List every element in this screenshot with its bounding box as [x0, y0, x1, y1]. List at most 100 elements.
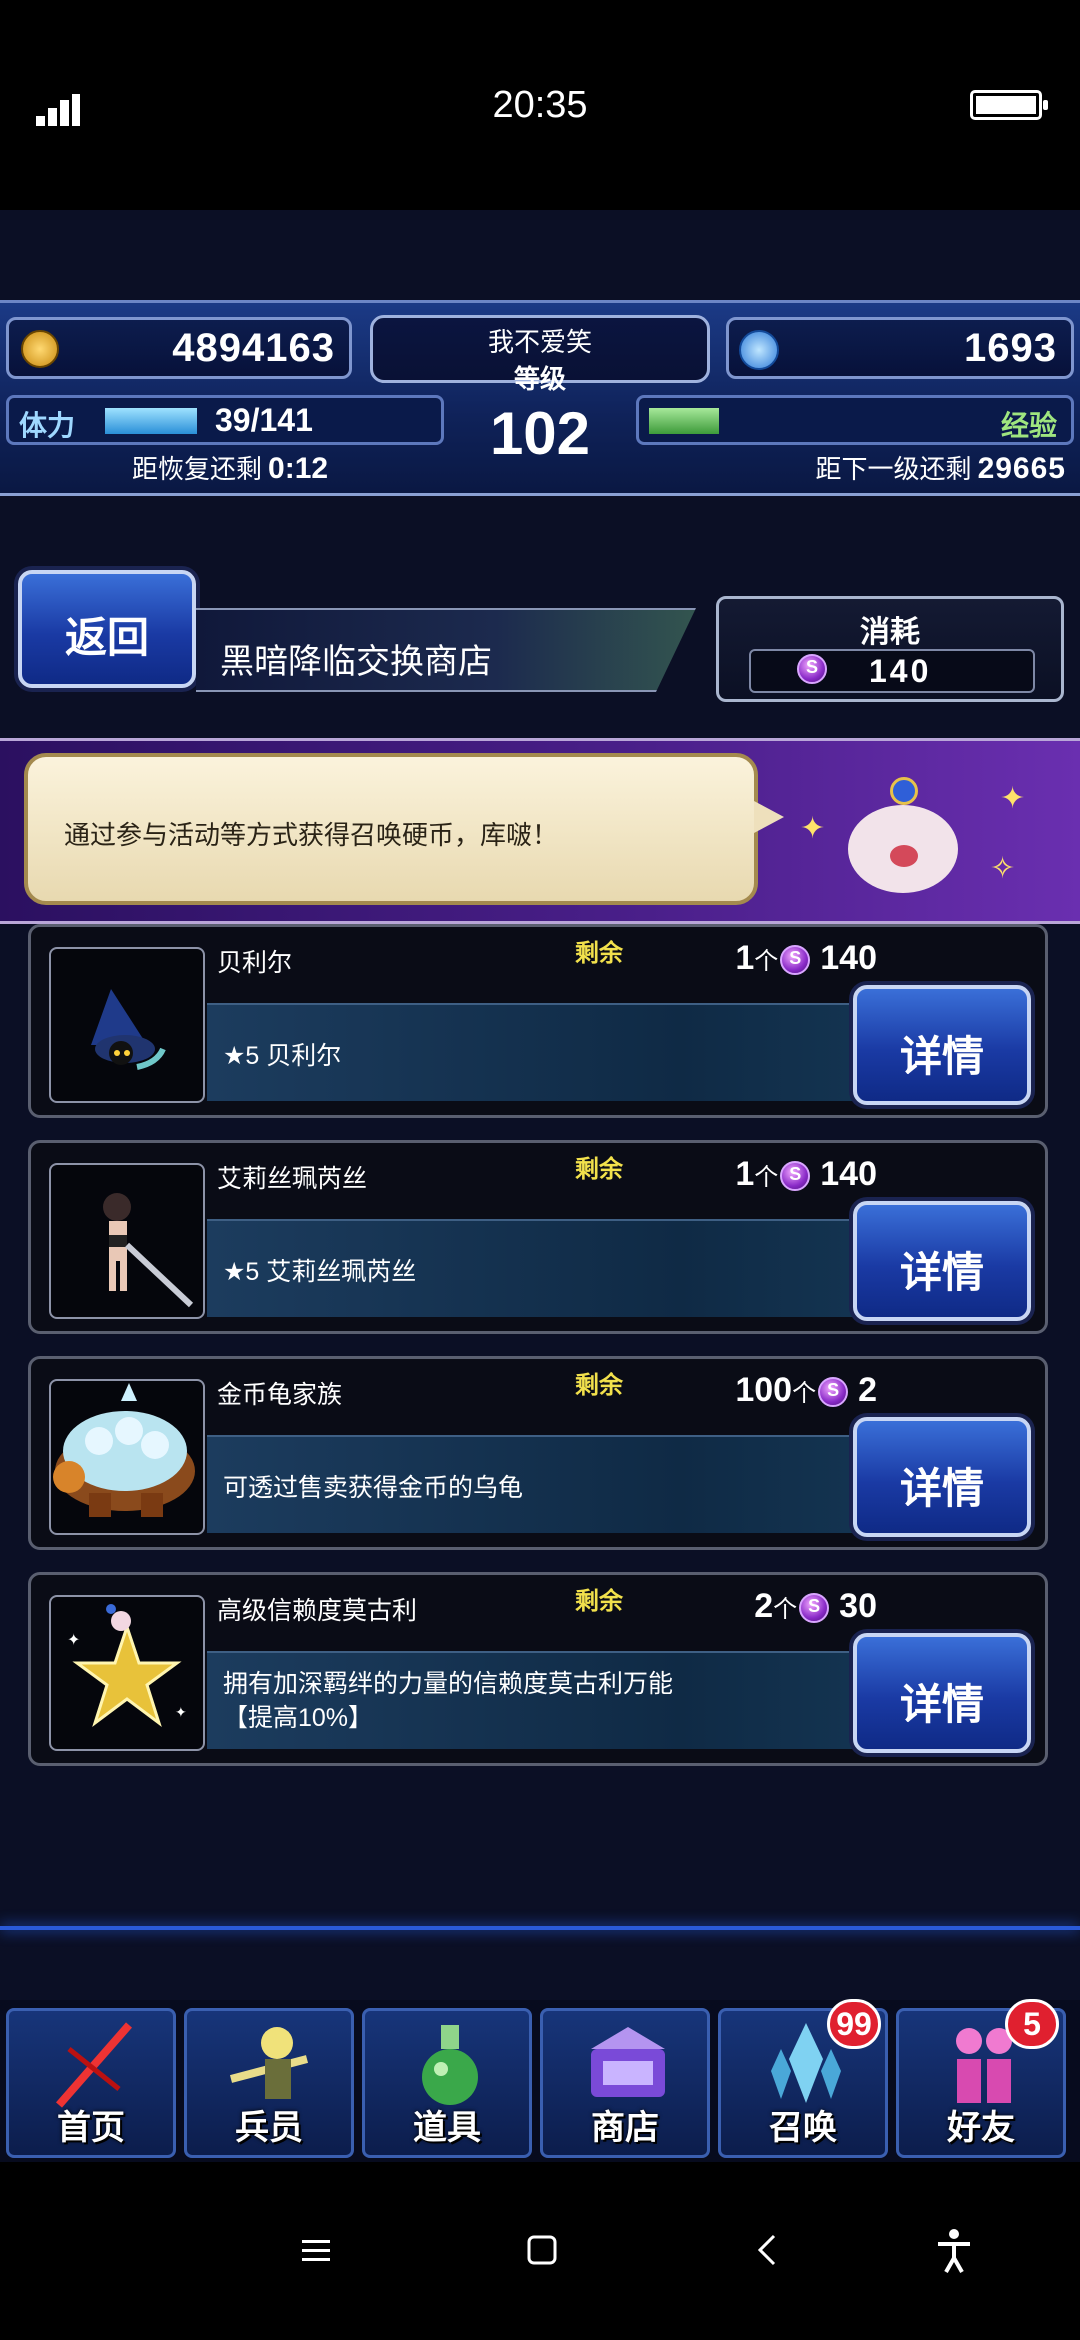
nav-label: 道具 [413, 2109, 481, 2147]
summon-coin-icon [799, 1593, 830, 1624]
bottom-nav: 首页 兵员 道具 商店 召唤 99 好友 5 [0, 1999, 1080, 2162]
sparkle-icon: ✦ [800, 812, 826, 845]
warrior-woman-icon [103, 1193, 194, 1308]
item-price: 1个 140 [735, 939, 877, 978]
player-name: 我不爱笑 [487, 327, 592, 357]
gem-value: 1693 [964, 326, 1057, 370]
cost-value: 140 [869, 653, 932, 689]
stamina-recover-timer: 距恢复还剩 0:12 [132, 449, 328, 486]
nav-label: 商店 [591, 2109, 659, 2147]
nav-divider [0, 1926, 1080, 1930]
nav-label: 兵员 [235, 2109, 303, 2147]
detail-button-label: 详情 [899, 1681, 984, 1728]
banner-message: 通过参与活动等方式获得召唤硬币，库啵！ [64, 820, 559, 850]
sparkle-icon: ✦ [1000, 782, 1026, 815]
summon-coin-icon [780, 945, 811, 976]
detail-button[interactable]: 详情 [853, 1201, 1031, 1321]
svg-text:✦: ✦ [175, 1704, 187, 1720]
sword-icon [55, 2022, 133, 2108]
item-name: 贝利尔 [217, 949, 293, 977]
home-icon[interactable] [512, 2220, 572, 2280]
shop-item: 金币龟家族 剩余 100个 2 可透过售卖获得金币的乌龟 详情 [28, 1356, 1048, 1550]
player-level: 102 [489, 400, 591, 467]
star-moogle-icon: ✦ ✦ [67, 1604, 187, 1728]
back-icon[interactable] [738, 2220, 798, 2280]
nav-label: 好友 [947, 2109, 1015, 2147]
gem-counter[interactable]: 1693 [726, 317, 1074, 379]
nav-tab-shop[interactable]: 商店 [540, 2008, 710, 2158]
item-name: 艾莉丝珮芮丝 [217, 1165, 368, 1193]
price-value: 140 [820, 1155, 877, 1193]
potion-icon [422, 2025, 478, 2105]
shop-icon [591, 2027, 665, 2097]
remain-label: 剩余 [575, 1372, 623, 1399]
player-name-plate[interactable]: 我不爱笑 等级 [370, 315, 710, 394]
item-name: 金币龟家族 [217, 1381, 343, 1409]
summon-coin-icon [780, 1161, 811, 1192]
price-value: 2 [858, 1371, 877, 1409]
item-thumbnail: ✦ ✦ [49, 1595, 205, 1751]
notification-badge: 99 [827, 1999, 881, 2049]
qty-unit: 个 [792, 1380, 817, 1407]
exp-label: 经验 [1000, 410, 1057, 441]
next-level-value: 29665 [977, 452, 1066, 485]
item-desc: ★5 贝利尔 [223, 1042, 342, 1070]
item-thumbnail [49, 1163, 205, 1319]
remain-label: 剩余 [575, 1588, 623, 1615]
status-bar: 20:35 [0, 0, 1080, 210]
item-desc: 可透过售卖获得金币的乌龟 [223, 1474, 524, 1502]
shop-title: 黑暗降临交换商店 [220, 643, 492, 681]
detail-button[interactable]: 详情 [853, 1633, 1031, 1753]
summon-coin-icon [797, 654, 827, 684]
moogle-banner: 通过参与活动等方式获得召唤硬币，库啵！ ✦ ✦ ✧ [0, 738, 1080, 924]
menu-icon[interactable] [286, 2220, 346, 2280]
item-price: 100个 2 [735, 1371, 877, 1410]
price-value: 30 [839, 1587, 877, 1625]
soldier-icon [229, 2027, 309, 2099]
stamina-bar-fill [105, 408, 197, 434]
detail-button-label: 详情 [899, 1249, 984, 1296]
remain-label: 剩余 [575, 940, 623, 967]
player-hud: 4894163 我不爱笑 等级 102 1693 体力 39/141 经验 距恢… [0, 300, 1080, 496]
shop-item: 贝利尔 剩余 1个 140 ★5 贝利尔 详情 [28, 924, 1048, 1118]
nav-tab-summon[interactable]: 召唤 99 [718, 1999, 888, 2158]
sparkle-icon: ✧ [990, 852, 1016, 885]
gil-value: 4894163 [172, 326, 335, 370]
item-thumbnail [49, 947, 205, 1103]
accessibility-icon[interactable] [924, 2220, 984, 2280]
nav-tab-units[interactable]: 兵员 [184, 2008, 354, 2158]
qty-unit: 个 [754, 948, 779, 975]
exp-bar-fill [649, 408, 719, 434]
detail-button[interactable]: 详情 [853, 1417, 1031, 1537]
battery-icon [970, 90, 1048, 120]
summon-coin-icon [818, 1377, 849, 1408]
detail-button-label: 详情 [899, 1465, 984, 1512]
stamina-meter: 体力 39/141 [6, 395, 444, 445]
item-qty: 1 [735, 1155, 755, 1193]
level-label: 等级 [513, 364, 566, 394]
status-time: 20:35 [492, 84, 588, 126]
svg-text:✦: ✦ [67, 1632, 80, 1649]
back-button[interactable]: 返回 [18, 570, 196, 688]
item-qty: 1 [735, 939, 755, 977]
detail-button[interactable]: 详情 [853, 985, 1031, 1105]
nav-tab-items[interactable]: 道具 [362, 2008, 532, 2158]
qty-unit: 个 [773, 1596, 798, 1623]
item-qty: 100 [735, 1371, 793, 1409]
price-value: 140 [820, 939, 877, 977]
gil-turtle-icon [53, 1383, 195, 1517]
item-price: 2个 30 [754, 1587, 877, 1626]
stamina-value: 39/141 [215, 402, 313, 438]
stamina-label: 体力 [19, 410, 76, 441]
shop-item: 艾莉丝珮芮丝 剩余 1个 140 ★5 艾莉丝珮芮丝 详情 [28, 1140, 1048, 1334]
cost-value-box: 140 [749, 649, 1035, 693]
nav-tab-home[interactable]: 首页 [6, 2008, 176, 2158]
next-level-label: 距下一级还剩 [815, 454, 972, 484]
nav-tab-friends[interactable]: 好友 5 [896, 1999, 1066, 2158]
nav-label: 首页 [57, 2109, 125, 2147]
item-thumbnail [49, 1379, 205, 1535]
next-level-info: 距下一级还剩 29665 [816, 449, 1066, 486]
back-button-label: 返回 [64, 614, 149, 661]
item-name: 高级信赖度莫古利 [217, 1597, 418, 1625]
cost-label: 消耗 [860, 616, 920, 649]
